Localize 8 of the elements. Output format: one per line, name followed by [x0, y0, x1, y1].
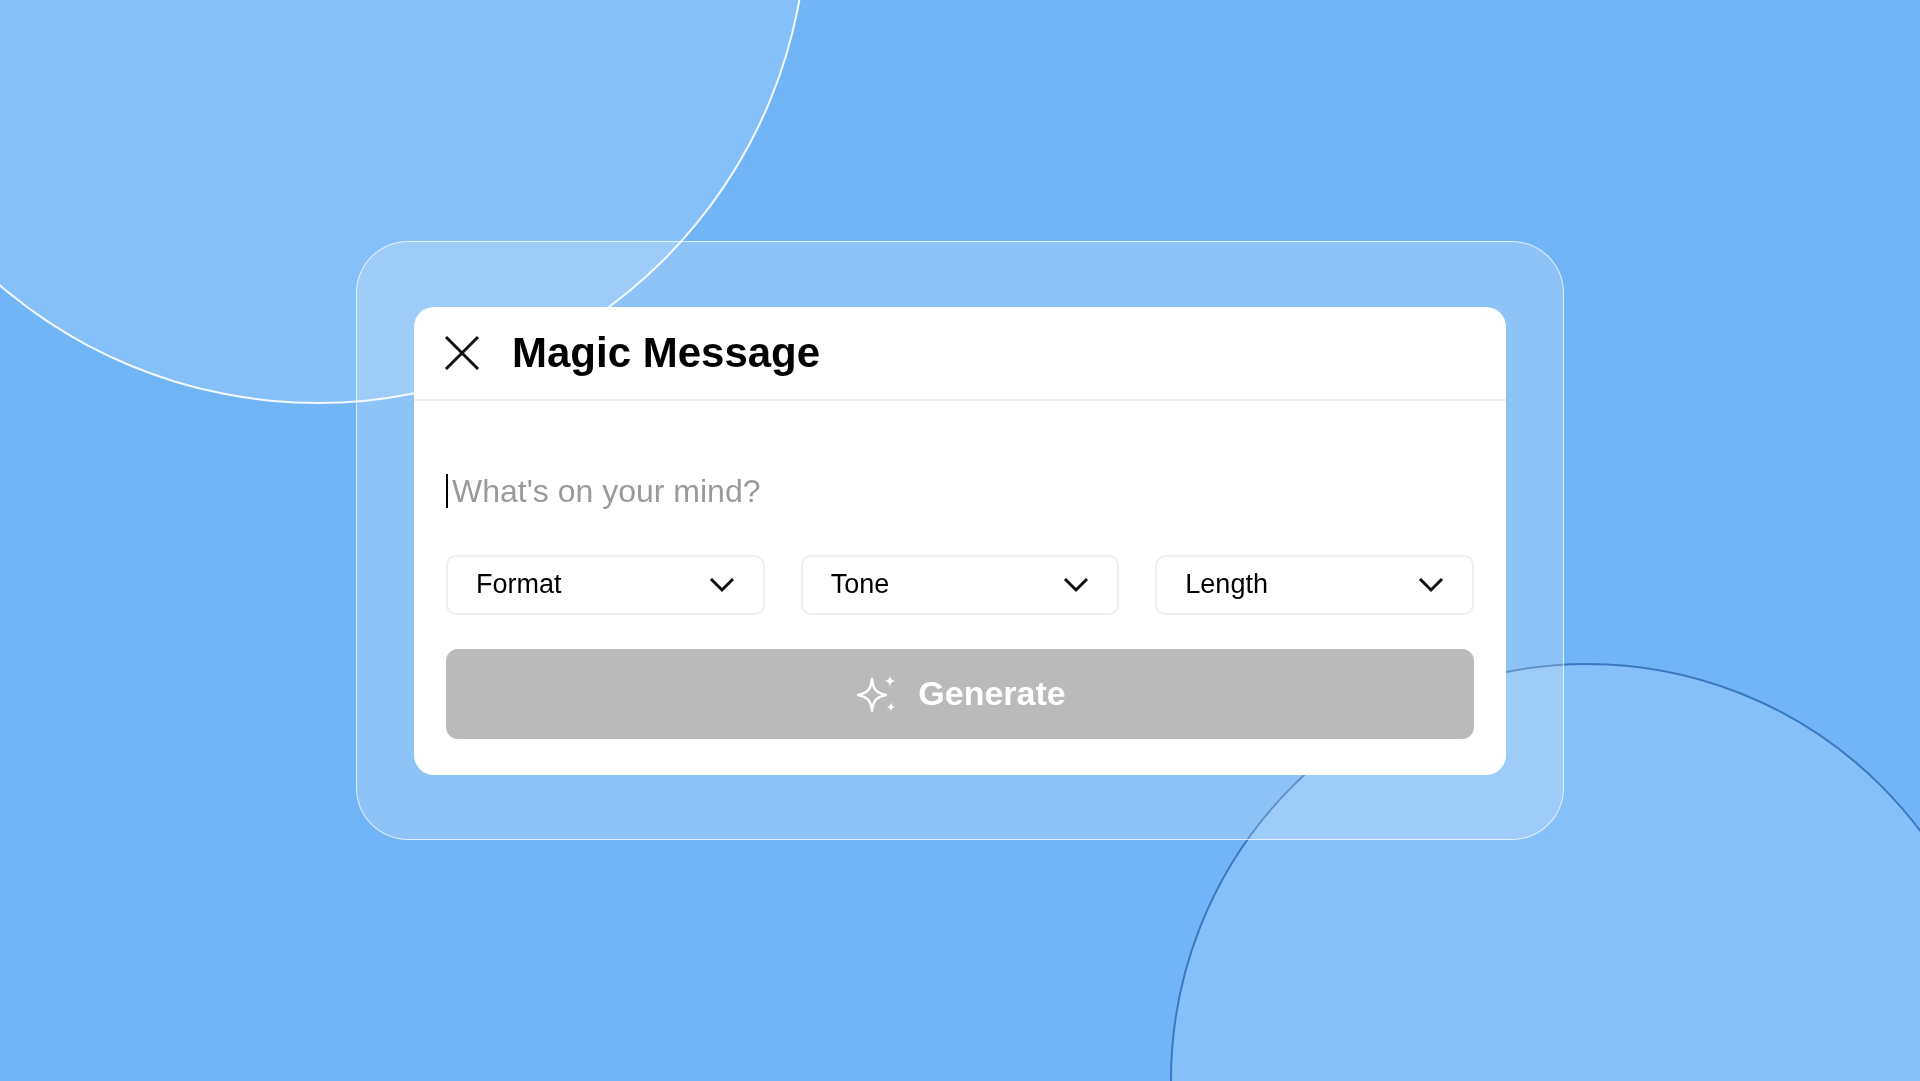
- chevron-down-icon: [708, 576, 735, 593]
- chevron-down-icon: [1418, 576, 1444, 593]
- dropdown[interactable]: Format: [446, 554, 765, 615]
- dialog-title: Magic Message: [512, 328, 821, 378]
- message-field[interactable]: What's on your mind?: [452, 466, 1474, 515]
- chevron-down-icon: [1063, 576, 1090, 593]
- dropdown[interactable]: Tone: [800, 554, 1120, 615]
- dropdown[interactable]: Length: [1155, 554, 1474, 615]
